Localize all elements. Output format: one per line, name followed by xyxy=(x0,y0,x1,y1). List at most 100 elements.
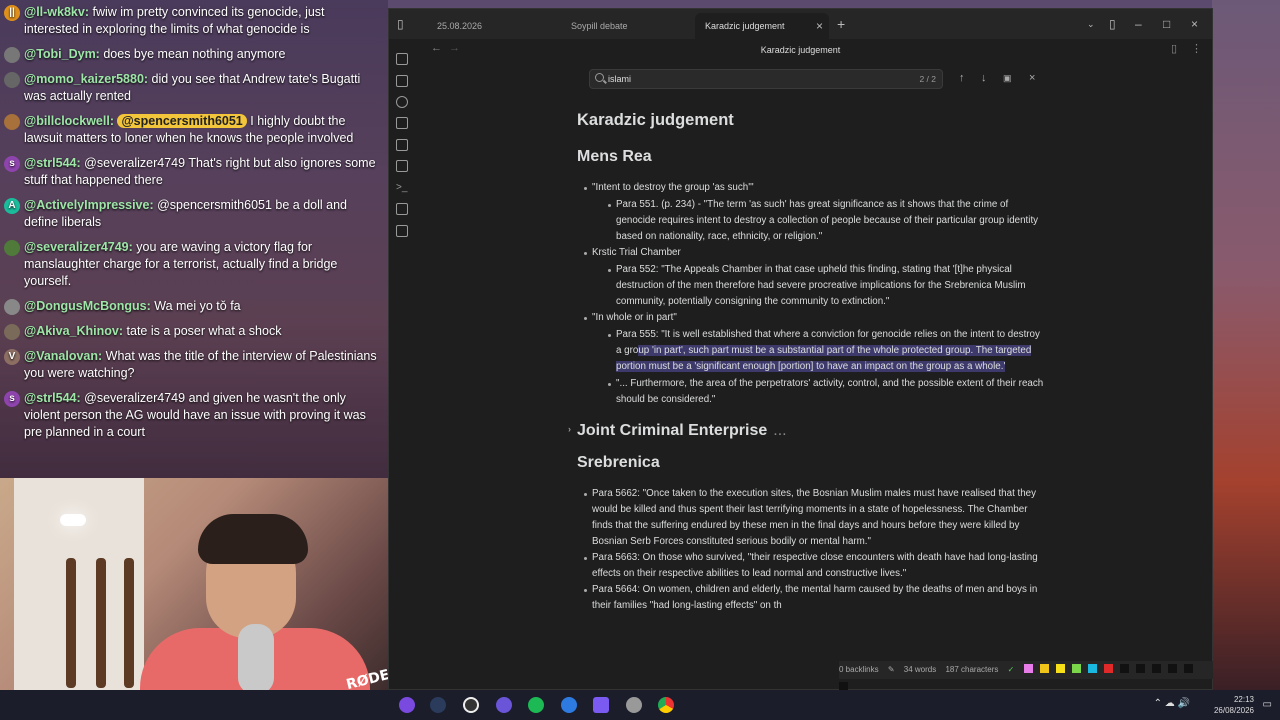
streamer-hair xyxy=(198,514,308,564)
maximize-icon[interactable]: □ xyxy=(1163,15,1170,33)
clock-date: 26/08/2026 xyxy=(1213,706,1254,715)
notes-app-window: ▯ 25.08.2026 Soypill debate Karadzic jud… xyxy=(388,8,1213,691)
previous-match-icon[interactable]: ↑ xyxy=(959,69,965,87)
avatar: A xyxy=(4,198,20,214)
color-swatch[interactable] xyxy=(1023,664,1033,673)
more-options-icon[interactable]: ⋮ xyxy=(1191,42,1202,55)
sync-status-icon[interactable]: ✓ xyxy=(1008,665,1015,674)
new-tab-icon[interactable]: + xyxy=(837,15,845,33)
chat-username[interactable]: @ActivelyImpressive: xyxy=(24,198,154,212)
chat-text: does bye mean nothing anymore xyxy=(103,47,286,61)
avatar: || xyxy=(4,5,20,21)
color-swatch[interactable] xyxy=(1167,664,1177,673)
notifications-icon[interactable]: ▭ xyxy=(1263,699,1272,710)
system-tray-icons[interactable]: ⌃ ☁ 🔊 xyxy=(1154,698,1190,709)
avatar xyxy=(4,47,20,63)
edit-icon[interactable]: ✎ xyxy=(888,665,895,674)
discord-icon[interactable] xyxy=(496,697,512,713)
nav-bar: ← → Karadzic judgement ▯ ⋮ xyxy=(389,39,1212,61)
word-count: 34 words xyxy=(903,665,937,674)
chat-username[interactable]: @DongusMcBongus: xyxy=(24,299,151,313)
avatar: s xyxy=(4,156,20,172)
chat-username[interactable]: @severalizer4749: xyxy=(24,240,133,254)
tab-label: 25.08.2026 xyxy=(437,21,483,31)
color-swatch[interactable] xyxy=(1055,664,1065,673)
chat-message: @momo_kaizer5880: did you see that Andre… xyxy=(0,67,388,109)
close-tab-icon[interactable]: × xyxy=(816,13,823,39)
chat-username[interactable]: @strl544: xyxy=(24,391,81,405)
tab-daily-note[interactable]: 25.08.2026 xyxy=(427,13,557,39)
chat-message: @Tobi_Dym: does bye mean nothing anymore xyxy=(0,42,388,67)
chat-username[interactable]: @Vanalovan: xyxy=(24,349,102,363)
color-swatch[interactable] xyxy=(1087,664,1097,673)
list-item: Para 551. (p. 234) - "The term 'as such'… xyxy=(577,197,1047,245)
daily-note-icon[interactable] xyxy=(396,139,408,151)
backlinks-count[interactable]: 0 backlinks xyxy=(839,665,879,674)
graph-view-icon[interactable] xyxy=(396,96,408,108)
color-swatch[interactable] xyxy=(1071,664,1081,673)
avatar xyxy=(4,240,20,256)
tab-karadzic-judgement[interactable]: Karadzic judgement × xyxy=(695,13,829,39)
heading-joint-criminal-enterprise[interactable]: › Joint Criminal Enterprise... xyxy=(568,422,1047,440)
collapse-arrow-icon[interactable]: › xyxy=(568,424,571,434)
clock[interactable]: 22:13 26/08/2026 xyxy=(1214,694,1254,716)
avatar xyxy=(4,114,20,130)
chat-message: @severalizer4749: you are waving a victo… xyxy=(0,235,388,294)
chrome-icon[interactable] xyxy=(658,697,674,713)
templates-icon[interactable] xyxy=(396,160,408,172)
tab-bar: ▯ 25.08.2026 Soypill debate Karadzic jud… xyxy=(389,9,1212,39)
chat-overlay: || @ll-wk8kv: fwiw im pretty convinced it… xyxy=(0,0,388,478)
chat-username[interactable]: @Akiva_Khinov: xyxy=(24,324,123,338)
clock-time: 22:13 xyxy=(1233,695,1254,704)
color-swatch[interactable] xyxy=(1151,664,1161,673)
sidebar-toggle-icon[interactable]: ▯ xyxy=(397,15,404,33)
chat-text: Wa mei yo tǒ fa xyxy=(154,299,241,313)
color-swatch[interactable] xyxy=(1119,664,1129,673)
command-palette-icon[interactable]: >_ xyxy=(396,182,408,194)
file-explorer-icon[interactable] xyxy=(396,53,408,65)
settings-icon[interactable] xyxy=(626,697,642,713)
list-item: Para 5662: "Once taken to the execution … xyxy=(577,486,1047,550)
cam-lamp xyxy=(60,514,86,526)
note-title: Karadzic judgement xyxy=(577,111,734,129)
color-swatch[interactable] xyxy=(1039,664,1049,673)
obsidian-icon[interactable] xyxy=(593,697,609,713)
spotify-icon[interactable] xyxy=(528,697,544,713)
chat-username[interactable]: @billclockwell: xyxy=(24,114,114,128)
chat-username[interactable]: @strl544: xyxy=(24,156,81,170)
reading-view-icon[interactable]: ▯ xyxy=(1171,42,1177,55)
app-icon-launcher[interactable] xyxy=(399,697,415,713)
color-swatch[interactable] xyxy=(1183,664,1193,673)
search-input[interactable] xyxy=(608,70,908,88)
in-note-search-bar: 2 / 2 xyxy=(589,69,943,89)
chat-message: s @strl544: @severalizer4749 That's right… xyxy=(0,151,388,193)
next-match-icon[interactable]: ↓ xyxy=(981,69,987,87)
avatar xyxy=(4,72,20,88)
sidebar-right-icon[interactable]: ▯ xyxy=(1109,15,1116,33)
vscode-icon[interactable] xyxy=(561,697,577,713)
canvas-icon[interactable] xyxy=(396,117,408,129)
cam-guitar xyxy=(66,558,76,688)
close-search-icon[interactable]: × xyxy=(1029,69,1035,87)
minimize-icon[interactable]: – xyxy=(1135,15,1142,33)
color-swatch[interactable] xyxy=(1135,664,1145,673)
search-ribbon-icon[interactable] xyxy=(396,75,408,87)
publish-icon[interactable] xyxy=(396,203,408,215)
note-content[interactable]: Karadzic judgement Mens Rea "Intent to d… xyxy=(568,111,1047,614)
color-swatch[interactable] xyxy=(1103,664,1113,673)
audio-recorder-icon[interactable] xyxy=(396,225,408,237)
chat-username[interactable]: @Tobi_Dym: xyxy=(24,47,100,61)
obs-icon[interactable] xyxy=(463,697,479,713)
steam-icon[interactable] xyxy=(430,697,446,713)
cam-guitar xyxy=(96,558,106,688)
close-window-icon[interactable]: × xyxy=(1191,15,1198,33)
background-mountain-scene xyxy=(1212,0,1280,690)
chat-username[interactable]: @momo_kaizer5880: xyxy=(24,72,148,86)
select-all-matches-icon[interactable]: ▣ xyxy=(1003,69,1012,87)
avatar xyxy=(4,299,20,315)
list-item: "In whole or in part" xyxy=(577,310,1047,326)
avatar: s xyxy=(4,391,20,407)
tab-list-icon[interactable]: ⌄ xyxy=(1087,15,1095,33)
chat-username[interactable]: @ll-wk8kv: xyxy=(24,5,89,19)
tab-soypill-debate[interactable]: Soypill debate xyxy=(561,13,691,39)
